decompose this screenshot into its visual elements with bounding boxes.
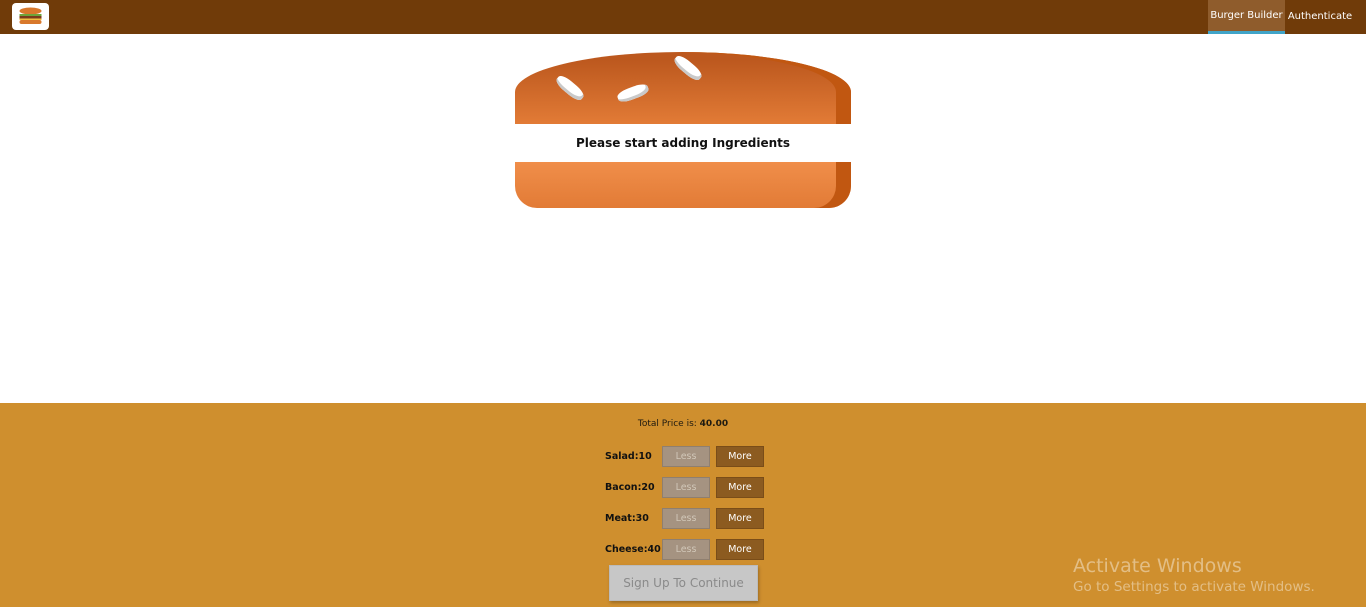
ingredient-label: Meat:30 bbox=[605, 513, 649, 524]
more-salad-button[interactable]: More bbox=[716, 446, 764, 467]
less-salad-button[interactable]: Less bbox=[662, 446, 710, 467]
build-control-meat: Meat:30 Less More bbox=[0, 508, 1366, 529]
burger-logo[interactable] bbox=[12, 3, 49, 30]
more-bacon-button[interactable]: More bbox=[716, 477, 764, 498]
ingredient-label: Cheese:40 bbox=[605, 544, 661, 555]
sesame-seed bbox=[671, 53, 705, 83]
less-cheese-button[interactable]: Less bbox=[662, 539, 710, 560]
more-meat-button[interactable]: More bbox=[716, 508, 764, 529]
watermark-title: Activate Windows bbox=[1073, 555, 1242, 577]
nav-burger-builder[interactable]: Burger Builder bbox=[1208, 0, 1285, 34]
sign-up-to-continue-button[interactable]: Sign Up To Continue bbox=[609, 565, 758, 601]
toolbar: Burger Builder Authenticate bbox=[0, 0, 1366, 34]
ingredient-label: Bacon:20 bbox=[605, 482, 655, 493]
sesame-seed bbox=[553, 73, 587, 103]
ingredient-label: Salad:10 bbox=[605, 451, 652, 462]
burger-empty-message: Please start adding Ingredients bbox=[515, 124, 851, 162]
bread-bottom bbox=[515, 162, 851, 208]
less-meat-button[interactable]: Less bbox=[662, 508, 710, 529]
price-value: 40.00 bbox=[699, 419, 729, 429]
watermark-subtitle: Go to Settings to activate Windows. bbox=[1073, 579, 1315, 595]
activate-windows-watermark: Activate Windows Go to Settings to activ… bbox=[1073, 555, 1315, 597]
total-price: Total Price is: 40.00 bbox=[0, 419, 1366, 429]
build-control-salad: Salad:10 Less More bbox=[0, 446, 1366, 467]
bread-top bbox=[515, 52, 851, 124]
build-control-bacon: Bacon:20 Less More bbox=[0, 477, 1366, 498]
more-cheese-button[interactable]: More bbox=[716, 539, 764, 560]
burger-preview: Please start adding Ingredients bbox=[515, 52, 851, 208]
nav-authenticate[interactable]: Authenticate bbox=[1285, 0, 1355, 34]
burger-logo-icon bbox=[19, 7, 42, 24]
price-label: Total Price is: bbox=[637, 419, 700, 429]
less-bacon-button[interactable]: Less bbox=[662, 477, 710, 498]
sesame-seed bbox=[615, 81, 651, 105]
